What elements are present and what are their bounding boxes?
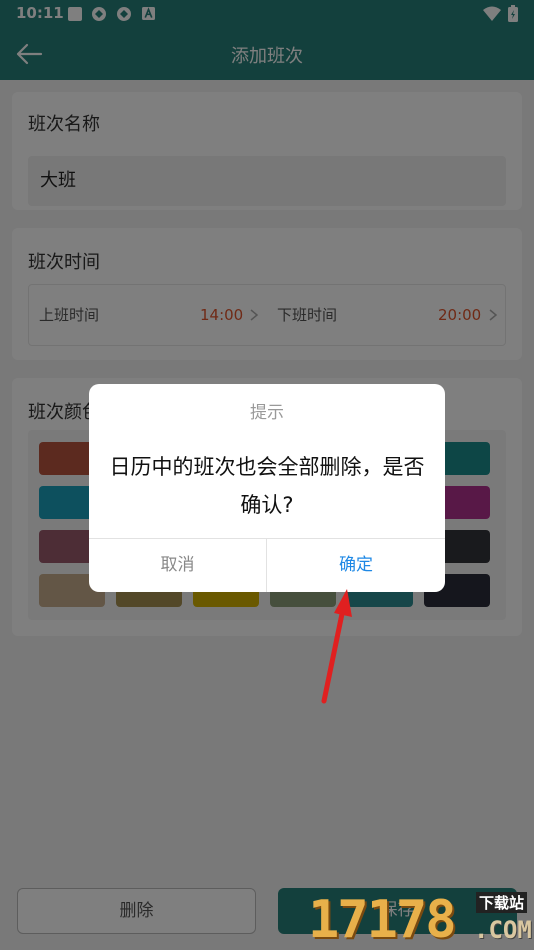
watermark-number: 17178 (308, 890, 457, 950)
dialog-title: 提示 (250, 403, 284, 423)
watermark-top-text: 下载站 (476, 892, 528, 913)
dialog-message: 日历中的班次也会全部删除，是否确认? (109, 455, 425, 517)
watermark-suffix: .COM (474, 916, 532, 944)
cancel-button[interactable]: 取消 (89, 539, 266, 592)
annotation-arrow-icon (321, 589, 352, 704)
confirm-dialog: 提示 日历中的班次也会全部删除，是否确认? 取消 确定 (89, 384, 445, 592)
site-watermark: 17178 下载站 .COM (308, 890, 534, 950)
